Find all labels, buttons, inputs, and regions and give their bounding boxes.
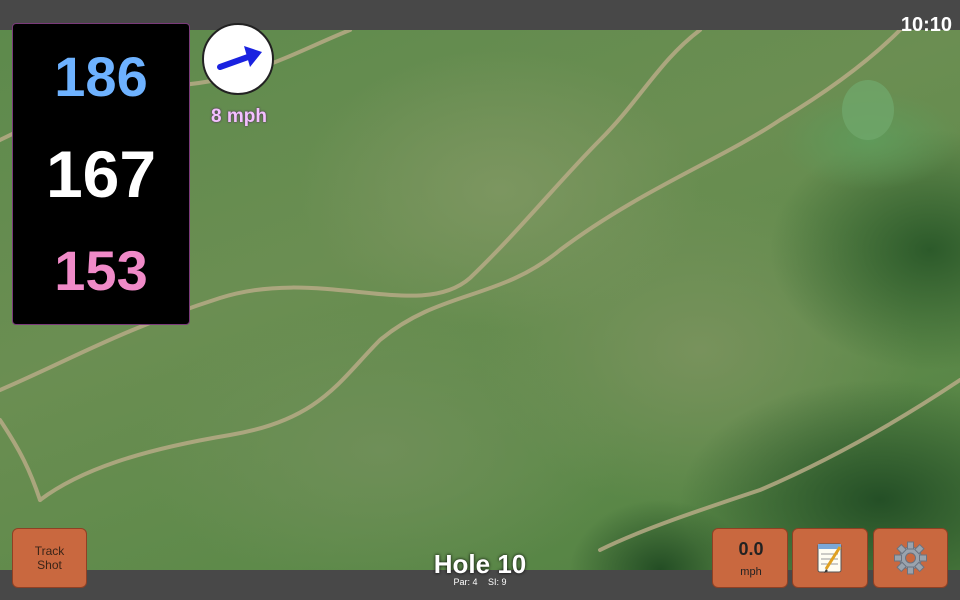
middle-distance: 167 (45, 137, 157, 211)
hole-par: Par: 4 (453, 577, 478, 587)
track-shot-label-line2: Shot (37, 558, 62, 572)
wind-speed-label: 8 mph (211, 106, 267, 127)
hole-title: Hole 10 (433, 549, 527, 579)
back-distance: 186 (54, 45, 148, 108)
front-distance: 153 (54, 239, 148, 302)
hole-info: Par: 4 SI: 9 (400, 577, 560, 587)
arrow-icon (217, 46, 262, 70)
speed-unit: mph (740, 566, 762, 578)
settings-button[interactable] (873, 528, 948, 588)
track-shot-label-line1: Track (34, 544, 65, 558)
speed-button[interactable]: 0.0 mph (712, 528, 788, 588)
yardage-panel: 186 167 153 (12, 23, 190, 325)
clock: 10:10 (900, 14, 952, 36)
track-shot-button[interactable]: Track Shot (12, 528, 87, 588)
notepad-icon (817, 543, 842, 573)
gear-icon (894, 541, 927, 575)
hole-stroke-index: SI: 9 (488, 577, 507, 587)
notes-button[interactable] (792, 528, 868, 588)
wind-indicator (202, 23, 274, 95)
speed-value: 0.0 (738, 539, 764, 559)
